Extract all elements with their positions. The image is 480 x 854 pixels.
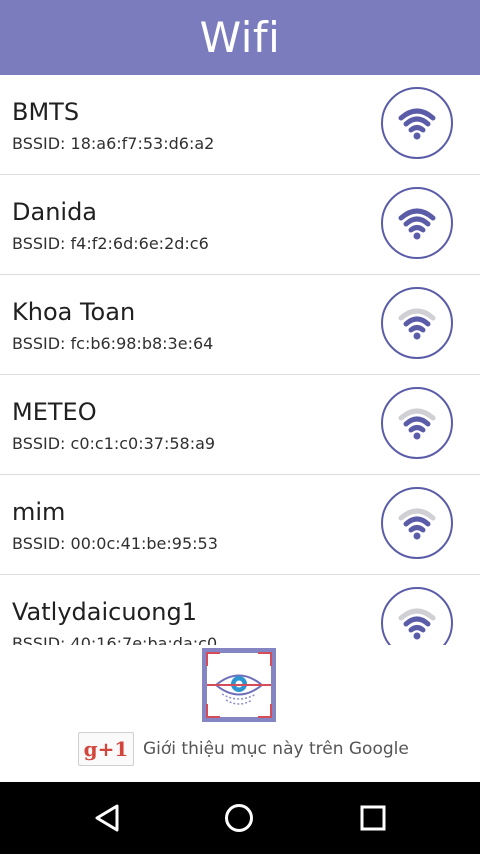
wifi-signal-icon: [393, 299, 441, 348]
google-plus-row: g+1 Giới thiệu mục này trên Google: [78, 732, 409, 766]
list-item[interactable]: Khoa Toan BSSID: fc:b6:98:b8:3e:64: [0, 275, 480, 375]
wifi-arc: [408, 324, 426, 332]
network-ssid: Vatlydaicuong1: [12, 598, 197, 626]
nav-home-button[interactable]: [221, 800, 257, 836]
google-plus-text: Giới thiệu mục này trên Google: [143, 739, 409, 759]
wifi-signal-button[interactable]: [381, 187, 453, 259]
wifi-signal-icon: [393, 499, 441, 548]
wifi-arc: [408, 124, 426, 132]
network-bssid: BSSID: 18:a6:f7:53:d6:a2: [12, 134, 215, 153]
wifi-signal-icon: [398, 608, 436, 639]
wifi-arc: [403, 316, 431, 326]
nav-recents-button[interactable]: [355, 800, 391, 836]
wifi-signal-button[interactable]: [381, 87, 453, 159]
network-ssid: Khoa Toan: [12, 298, 136, 326]
list-item[interactable]: METEO BSSID: c0:c1:c0:37:58:a9: [0, 375, 480, 475]
wifi-arc: [408, 424, 426, 432]
promo-section: g+1 Giới thiệu mục này trên Google: [0, 645, 480, 782]
wifi-dot: [413, 132, 421, 139]
wifi-arc: [403, 216, 431, 226]
wifi-signal-icon: [398, 308, 436, 339]
wifi-signal-icon: [398, 208, 436, 239]
wifi-signal-icon: [393, 99, 441, 148]
wifi-arc: [403, 416, 431, 426]
wifi-arc: [408, 224, 426, 232]
wifi-arc: [403, 116, 431, 126]
recents-square-icon: [360, 805, 386, 831]
wifi-dot: [413, 432, 421, 439]
back-triangle-icon: [95, 804, 119, 832]
wifi-arc: [403, 516, 431, 526]
nav-back-button[interactable]: [89, 800, 125, 836]
wifi-list[interactable]: BMTS BSSID: 18:a6:f7:53:d6:a2 Danida BSS…: [0, 75, 480, 645]
list-item[interactable]: mim BSSID: 00:0c:41:be:95:53: [0, 475, 480, 575]
network-bssid: BSSID: f4:f2:6d:6e:2d:c6: [12, 234, 209, 253]
network-bssid: BSSID: 40:16:7e:ba:da:c0: [12, 634, 218, 645]
wifi-signal-icon: [398, 508, 436, 539]
network-bssid: BSSID: 00:0c:41:be:95:53: [12, 534, 218, 553]
network-ssid: BMTS: [12, 98, 80, 126]
network-ssid: Danida: [12, 198, 98, 226]
wifi-signal-icon: [398, 108, 436, 139]
wifi-signal-button[interactable]: [381, 287, 453, 359]
network-ssid: METEO: [12, 398, 97, 426]
wifi-arc: [403, 616, 431, 626]
list-item[interactable]: BMTS BSSID: 18:a6:f7:53:d6:a2: [0, 75, 480, 175]
google-plus-button[interactable]: g+1: [78, 732, 134, 766]
wifi-arc: [408, 524, 426, 532]
network-ssid: mim: [12, 498, 66, 526]
eye-scan-icon: [202, 648, 276, 722]
wifi-dot: [413, 232, 421, 239]
wifi-dot: [413, 632, 421, 639]
system-nav-bar: [0, 782, 480, 854]
list-item[interactable]: Vatlydaicuong1 BSSID: 40:16:7e:ba:da:c0: [0, 575, 480, 645]
wifi-signal-icon: [393, 599, 441, 646]
wifi-signal-button[interactable]: [381, 387, 453, 459]
wifi-signal-button[interactable]: [381, 487, 453, 559]
wifi-signal-button[interactable]: [381, 587, 453, 645]
home-circle-icon: [225, 804, 253, 832]
app-header: Wifi: [0, 0, 480, 75]
network-bssid: BSSID: c0:c1:c0:37:58:a9: [12, 434, 216, 453]
wifi-signal-icon: [398, 408, 436, 439]
list-item[interactable]: Danida BSSID: f4:f2:6d:6e:2d:c6: [0, 175, 480, 275]
wifi-dot: [413, 532, 421, 539]
app-screen: Wifi BMTS BSSID: 18:a6:f7:53:d6:a2 Danid…: [0, 0, 480, 854]
wifi-signal-icon: [393, 199, 441, 248]
network-bssid: BSSID: fc:b6:98:b8:3e:64: [12, 334, 214, 353]
wifi-signal-icon: [393, 399, 441, 448]
page-title: Wifi: [199, 13, 281, 62]
wifi-dot: [413, 332, 421, 339]
wifi-arc: [408, 624, 426, 632]
